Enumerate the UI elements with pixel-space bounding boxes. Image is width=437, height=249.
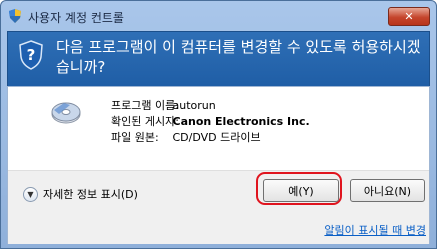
show-details-toggle[interactable]: ▼ 자세한 정보 표시(D) xyxy=(23,186,138,202)
uac-dialog: 사용자 계정 컨트롤 ✕ ? 다음 프로그램이 이 컴퓨터를 변경할 수 있도록… xyxy=(0,0,437,249)
info-label: 프로그램 이름: xyxy=(111,99,179,112)
info-value: Canon Electronics Inc. xyxy=(172,115,310,128)
uac-header: ? 다음 프로그램이 이 컴퓨터를 변경할 수 있도록 허용하시겠습니까? xyxy=(7,31,430,87)
svg-text:?: ? xyxy=(27,46,36,64)
title-bar: 사용자 계정 컨트롤 ✕ xyxy=(1,1,436,31)
close-icon: ✕ xyxy=(404,10,414,23)
info-row-file-origin: 파일 원본: CD/DVD 드라이브 xyxy=(111,129,310,145)
info-label: 파일 원본: xyxy=(111,131,159,144)
info-value: autorun xyxy=(172,99,216,112)
chevron-down-icon: ▼ xyxy=(23,186,38,202)
uac-shield-icon xyxy=(9,9,21,23)
button-area: ▼ 자세한 정보 표시(D) 예(Y) 아니요(N) 알림이 표시될 때 변경 xyxy=(8,170,429,244)
window-title: 사용자 계정 컨트롤 xyxy=(28,11,124,25)
content-panel: 프로그램 이름: autorun 확인된 게시자: Canon Electron… xyxy=(7,86,430,244)
info-value: CD/DVD 드라이브 xyxy=(172,131,261,144)
show-details-label: 자세한 정보 표시(D) xyxy=(43,188,138,201)
program-info: 프로그램 이름: autorun 확인된 게시자: Canon Electron… xyxy=(111,97,310,145)
cd-dvd-icon xyxy=(51,102,81,124)
close-button[interactable]: ✕ xyxy=(388,7,430,26)
notification-settings-link[interactable]: 알림이 표시될 때 변경 xyxy=(324,222,426,238)
header-message: 다음 프로그램이 이 컴퓨터를 변경할 수 있도록 허용하시겠습니까? xyxy=(56,38,421,76)
question-shield-icon: ? xyxy=(19,40,43,70)
no-button[interactable]: 아니요(N) xyxy=(350,179,425,202)
info-row-program-name: 프로그램 이름: autorun xyxy=(111,97,310,113)
info-label: 확인된 게시자: xyxy=(111,115,179,128)
info-row-publisher: 확인된 게시자: Canon Electronics Inc. xyxy=(111,113,310,129)
yes-button[interactable]: 예(Y) xyxy=(263,179,339,202)
